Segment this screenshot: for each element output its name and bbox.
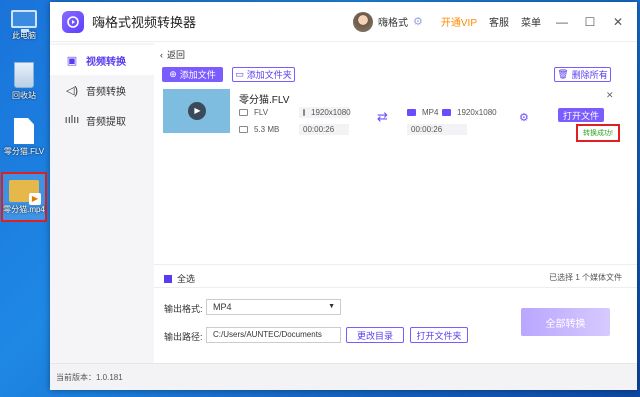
add-folder-label: 添加文件夹 [246, 70, 292, 80]
remove-file-icon[interactable]: ✕ [606, 90, 614, 101]
avatar[interactable] [353, 11, 373, 32]
desktop-icon-label: 零分猫.mp4 [3, 205, 45, 214]
output-path-label: 输出路径: [164, 332, 203, 342]
waveform-icon: ıılıı [64, 114, 80, 126]
output-duration: 00:00:26 [407, 124, 467, 135]
output-format-value: MP4 [422, 108, 439, 117]
output-resolution-value: 1920x1080 [457, 108, 497, 117]
sidebar-item-audio-extract[interactable]: ıılıı 音频提取 [50, 105, 154, 135]
video-file-icon: ▶ [9, 180, 41, 205]
sidebar-item-label: 视频转换 [86, 56, 126, 68]
computer-icon [11, 10, 37, 32]
source-duration: 00:00:26 [299, 124, 349, 135]
checkbox-checked-icon [164, 274, 172, 283]
source-resolution-value: 1920x1080 [311, 108, 351, 117]
open-folder-label: 打开文件夹 [416, 330, 462, 341]
output-duration-value: 00:00:26 [411, 125, 443, 134]
app-logo-icon [62, 10, 84, 33]
video-convert-icon: ▣ [66, 54, 78, 67]
format-icon [407, 109, 416, 116]
minimize-icon[interactable]: — [555, 15, 569, 29]
resolution-icon [303, 109, 305, 116]
source-duration-value: 00:00:26 [303, 125, 335, 134]
back-label: 返回 [167, 50, 186, 60]
divider [154, 287, 637, 288]
delete-all-button[interactable]: 🗑 删除所有 [554, 67, 611, 82]
trash-icon: 🗑 [557, 69, 569, 79]
source-size: 5.3 MB [239, 125, 279, 134]
select-all-checkbox[interactable]: 全选 [164, 272, 195, 285]
source-resolution: 1920x1080 [299, 107, 351, 118]
source-format: FLV [239, 108, 268, 117]
chevron-left-icon: ‹ [160, 50, 163, 60]
desktop-icon-this-pc[interactable]: 此电脑 [2, 6, 46, 41]
file-row: ▶ 零分猫.FLV FLV 1920x1080 5.3 MB 00:00:26 … [157, 86, 622, 150]
add-file-button[interactable]: ⊕ 添加文件 [162, 67, 223, 82]
app-title: 嗨格式视频转换器 [92, 15, 197, 30]
recycle-bin-icon [14, 62, 34, 88]
desktop-icon-mp4-file[interactable]: ▶ 零分猫.mp4 [2, 176, 46, 215]
desktop-icon-flv-file[interactable]: 零分猫.FLV [2, 118, 46, 157]
settings-gear-icon[interactable]: ⚙ [413, 15, 423, 28]
conversion-success-status: 转换成功! [576, 124, 620, 142]
output-resolution[interactable]: 1920x1080 [442, 108, 497, 117]
add-file-label: 添加文件 [179, 70, 216, 80]
convert-all-button[interactable]: 全部转换 [521, 308, 610, 336]
sidebar-item-video-convert[interactable]: ▣ 视频转换 [50, 45, 154, 75]
desktop-icon-label: 零分猫.FLV [3, 147, 45, 156]
delete-all-label: 删除所有 [571, 70, 608, 80]
output-format-label: 输出格式: [164, 304, 203, 314]
close-icon[interactable]: ✕ [611, 15, 625, 29]
output-path-field[interactable]: C:/Users/AUNTEC/Documents [206, 327, 341, 343]
selected-count: 已选择 1 个媒体文件 [549, 273, 622, 282]
file-icon [14, 118, 34, 144]
status-bar: 当前版本：1.0.181 [50, 363, 637, 390]
open-file-label: 打开文件 [562, 110, 599, 121]
title-bar: 嗨格式视频转换器 嗨格式 ⚙ 开通VIP 客服 菜单 — ☐ ✕ [50, 2, 637, 42]
resolution-icon [442, 109, 451, 116]
divider [154, 264, 637, 265]
folder-icon: ▭ [235, 69, 244, 79]
play-icon: ▶ [187, 102, 206, 120]
sidebar-item-audio-convert[interactable]: ◁) 音频转换 [50, 75, 154, 105]
output-format-select[interactable]: MP4 ▼ [206, 299, 341, 315]
sidebar: ▣ 视频转换 ◁) 音频转换 ıılıı 音频提取 [50, 43, 154, 363]
desktop-icon-label: 回收站 [12, 91, 36, 100]
back-button[interactable]: ‹ 返回 [160, 48, 185, 61]
plus-circle-icon: ⊕ [169, 69, 177, 79]
settings-gear-icon[interactable]: ⚙ [519, 111, 529, 124]
customer-service-button[interactable]: 客服 [489, 14, 509, 29]
convert-arrow-icon: ⇄ [377, 109, 388, 124]
file-name: 零分猫.FLV [239, 95, 290, 106]
source-size-value: 5.3 MB [254, 125, 280, 134]
output-format[interactable]: MP4 [407, 108, 438, 117]
user-name[interactable]: 嗨格式 [378, 14, 408, 29]
add-folder-button[interactable]: ▭ 添加文件夹 [232, 67, 295, 82]
menu-button[interactable]: 菜单 [521, 14, 541, 29]
video-thumbnail[interactable]: ▶ [163, 89, 230, 133]
source-format-value: FLV [254, 108, 269, 117]
vip-button[interactable]: 开通VIP [441, 14, 477, 29]
select-all-label: 全选 [177, 274, 196, 284]
output-format-selected: MP4 [213, 302, 232, 312]
main-panel: ‹ 返回 ⊕ 添加文件 ▭ 添加文件夹 🗑 删除所有 ▶ 零分猫.FLV FLV 192… [154, 43, 637, 363]
folder-icon [239, 126, 248, 133]
chevron-down-icon: ▼ [328, 303, 335, 310]
format-icon [239, 109, 248, 116]
change-dir-button[interactable]: 更改目录 [346, 327, 404, 343]
open-file-button[interactable]: 打开文件 [558, 108, 604, 122]
maximize-icon[interactable]: ☐ [583, 15, 597, 29]
app-window: 嗨格式视频转换器 嗨格式 ⚙ 开通VIP 客服 菜单 — ☐ ✕ ▣ 视频转换 … [50, 2, 637, 390]
sidebar-item-label: 音频提取 [86, 116, 126, 128]
sidebar-item-label: 音频转换 [86, 86, 126, 98]
change-dir-label: 更改目录 [356, 330, 393, 341]
speaker-icon: ◁) [65, 84, 79, 97]
desktop-icon-recycle-bin[interactable]: 回收站 [2, 62, 46, 101]
open-folder-button[interactable]: 打开文件夹 [410, 327, 468, 343]
